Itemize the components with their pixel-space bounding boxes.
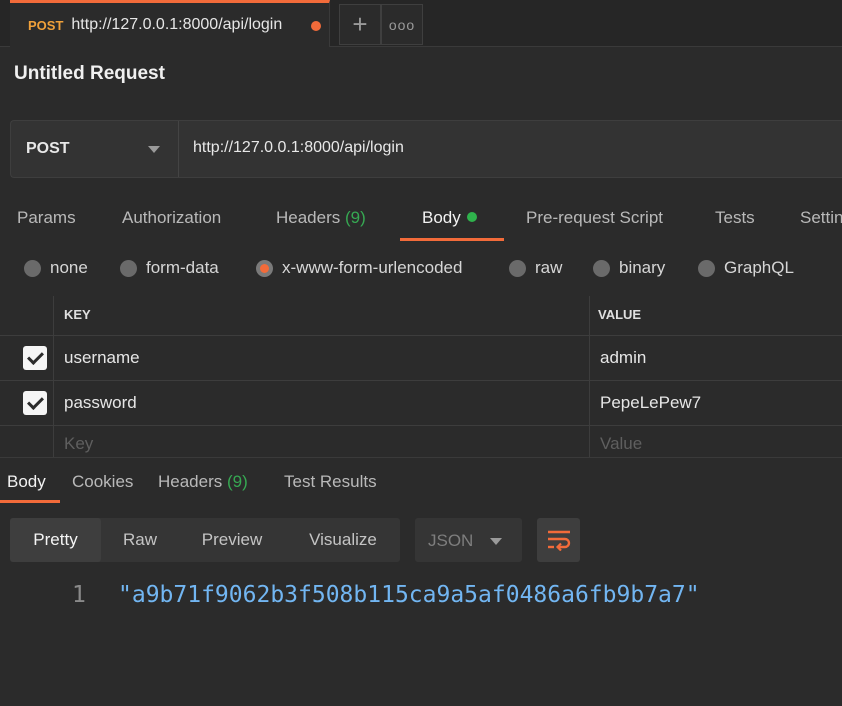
body-type-radio-group: none form-data x-www-form-urlencoded raw… — [0, 258, 842, 284]
plus-icon: + — [352, 9, 368, 39]
new-value-input[interactable]: Value — [600, 434, 642, 454]
request-tab-active[interactable]: POST http://127.0.0.1:8000/api/login — [10, 0, 330, 47]
tab-settings[interactable]: Settin — [800, 208, 842, 228]
new-key-input[interactable]: Key — [64, 434, 93, 454]
radio-circle-icon — [24, 259, 41, 277]
request-tab-method: POST — [28, 17, 64, 33]
row-enabled-checkbox[interactable] — [23, 346, 47, 370]
response-format-label: JSON — [428, 531, 474, 550]
response-tab-body[interactable]: Body — [7, 472, 46, 492]
tab-headers-count: (9) — [345, 208, 366, 227]
table-row-new: Key Value — [0, 426, 842, 457]
radio-circle-icon — [120, 259, 137, 277]
body-active-dot — [466, 212, 477, 222]
param-value-input[interactable]: PepeLePew7 — [600, 393, 701, 413]
table-row: password PepeLePew7 — [0, 381, 842, 426]
chevron-down-icon — [148, 146, 160, 153]
table-row: username admin — [0, 336, 842, 381]
line-number: 1 — [72, 582, 86, 608]
radio-binary-label: binary — [619, 258, 666, 277]
tab-prerequest-script[interactable]: Pre-request Script — [526, 208, 663, 228]
response-tab-test-results[interactable]: Test Results — [284, 472, 377, 492]
table-header-row: KEY VALUE — [0, 296, 842, 336]
column-header-key: KEY — [64, 307, 91, 322]
tab-body-label: Body — [422, 208, 461, 227]
radio-circle-icon — [698, 259, 715, 277]
row-enabled-checkbox[interactable] — [23, 391, 47, 415]
url-bar: POST http://127.0.0.1:8000/api/login — [10, 120, 842, 178]
body-params-table: KEY VALUE username admin password PepeLe… — [0, 296, 842, 457]
tab-authorization[interactable]: Authorization — [122, 208, 221, 228]
view-pretty-button[interactable]: Pretty — [10, 518, 101, 562]
unsaved-indicator-dot — [311, 21, 321, 31]
response-view-mode-group: Pretty Raw Preview Visualize — [10, 518, 400, 562]
response-tab-headers[interactable]: Headers (9) — [158, 472, 248, 492]
radio-selected-icon — [256, 259, 273, 277]
column-header-value: VALUE — [598, 307, 642, 322]
method-select-label: POST — [26, 140, 70, 157]
radio-none-label: none — [50, 258, 88, 277]
param-key-input[interactable]: username — [64, 348, 140, 368]
radio-circle-icon — [593, 259, 610, 277]
param-key-input[interactable]: password — [64, 393, 137, 413]
view-visualize-button[interactable]: Visualize — [290, 518, 396, 562]
new-tab-button[interactable]: + — [339, 4, 381, 45]
radio-binary[interactable]: binary — [593, 258, 665, 278]
tab-body[interactable]: Body — [422, 208, 477, 228]
response-tab-headers-count: (9) — [227, 472, 248, 491]
method-select[interactable]: POST — [11, 121, 179, 177]
radio-raw-label: raw — [535, 258, 563, 277]
view-preview-button[interactable]: Preview — [182, 518, 282, 562]
tab-headers-label: Headers — [276, 208, 341, 227]
param-value-input[interactable]: admin — [600, 348, 646, 368]
active-tab-underline — [400, 238, 504, 241]
tab-params[interactable]: Params — [17, 208, 76, 228]
request-tab-bar: POST http://127.0.0.1:8000/api/login + o… — [0, 0, 842, 47]
radio-form-data-label: form-data — [146, 258, 219, 277]
more-options-icon: ooo — [388, 16, 416, 33]
request-tabs: Params Authorization Headers (9) Body Pr… — [0, 196, 842, 242]
response-body-line: 1 "a9b71f9062b3f508b115ca9a5af0486a6fb9b… — [0, 582, 842, 614]
radio-urlencoded-label: x-www-form-urlencoded — [282, 258, 463, 277]
radio-graphql[interactable]: GraphQL — [698, 258, 794, 278]
response-format-select[interactable]: JSON — [415, 518, 522, 562]
request-tab-url: http://127.0.0.1:8000/api/login — [71, 16, 283, 33]
radio-graphql-label: GraphQL — [724, 258, 794, 277]
tab-headers[interactable]: Headers (9) — [276, 208, 366, 228]
active-response-tab-underline — [0, 500, 60, 503]
wrap-lines-icon — [547, 530, 570, 551]
url-input[interactable]: http://127.0.0.1:8000/api/login — [193, 139, 404, 157]
radio-none[interactable]: none — [24, 258, 88, 278]
radio-raw[interactable]: raw — [509, 258, 562, 278]
tab-options-button[interactable]: ooo — [381, 4, 423, 45]
radio-circle-icon — [509, 259, 526, 277]
response-tab-headers-label: Headers — [158, 472, 223, 491]
response-tabs: Body Cookies Headers (9) Test Results — [0, 458, 842, 504]
radio-x-www-form-urlencoded[interactable]: x-www-form-urlencoded — [256, 258, 462, 278]
request-title[interactable]: Untitled Request — [14, 63, 165, 85]
view-raw-button[interactable]: Raw — [105, 518, 175, 562]
response-body-string[interactable]: "a9b71f9062b3f508b115ca9a5af0486a6fb9b7a… — [118, 582, 700, 608]
wrap-lines-button[interactable] — [537, 518, 580, 562]
tab-tests[interactable]: Tests — [715, 208, 755, 228]
radio-form-data[interactable]: form-data — [120, 258, 219, 278]
response-tab-cookies[interactable]: Cookies — [72, 472, 133, 492]
chevron-down-icon — [490, 538, 502, 545]
